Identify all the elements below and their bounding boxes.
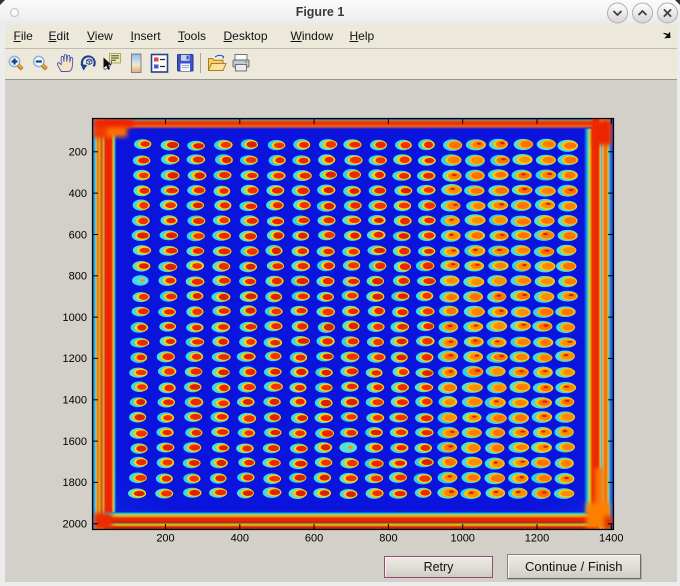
svg-text:1200: 1200 xyxy=(63,353,87,365)
svg-text:1000: 1000 xyxy=(63,312,87,324)
svg-text:1800: 1800 xyxy=(63,477,87,489)
svg-text:400: 400 xyxy=(69,188,87,200)
svg-text:1600: 1600 xyxy=(63,436,87,448)
svg-text:1000: 1000 xyxy=(450,533,474,545)
svg-text:200: 200 xyxy=(156,533,174,545)
svg-text:600: 600 xyxy=(305,533,323,545)
svg-text:200: 200 xyxy=(69,147,87,159)
svg-text:600: 600 xyxy=(69,229,87,241)
svg-text:1400: 1400 xyxy=(599,533,623,545)
svg-text:2000: 2000 xyxy=(63,519,87,531)
svg-text:400: 400 xyxy=(231,533,249,545)
svg-text:1200: 1200 xyxy=(525,533,549,545)
svg-text:800: 800 xyxy=(69,271,87,283)
svg-text:800: 800 xyxy=(379,533,397,545)
svg-text:1400: 1400 xyxy=(63,395,87,407)
